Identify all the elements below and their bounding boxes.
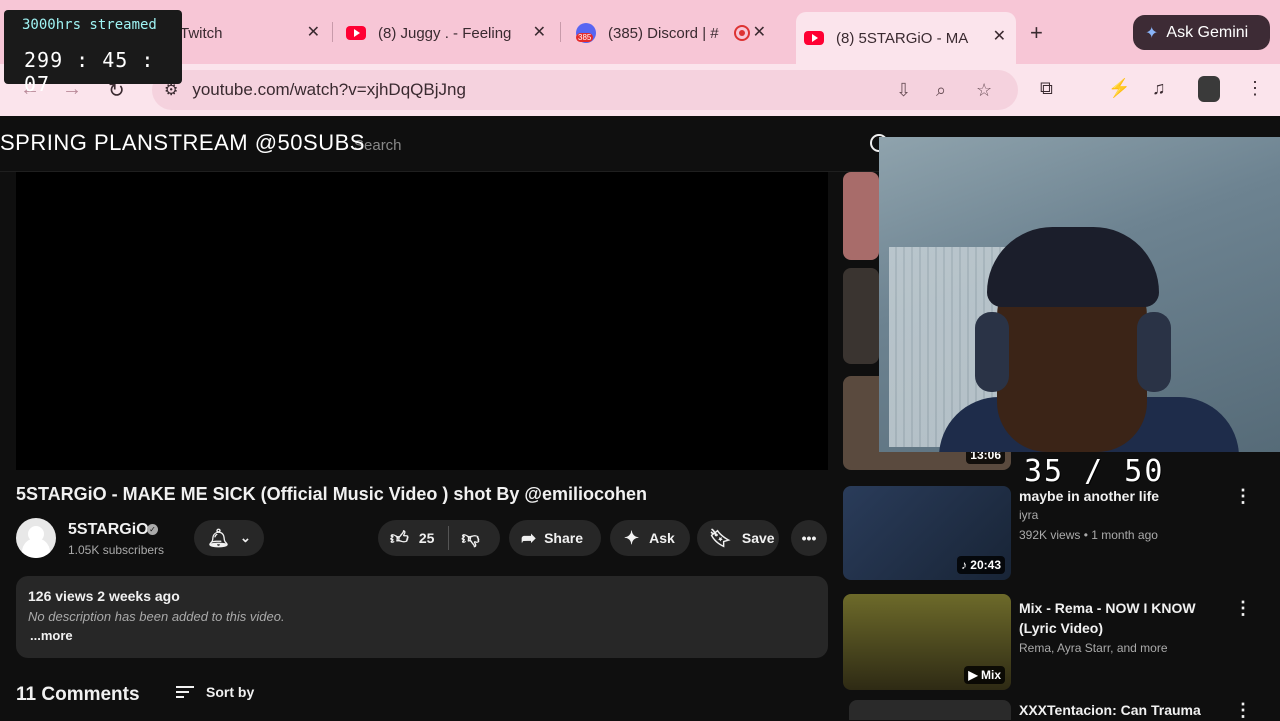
streamed-hours-label: 3000hrs streamed xyxy=(22,17,157,33)
like-button[interactable]: 👍︎ xyxy=(390,527,409,549)
stream-clock: 299 : 45 : 07 xyxy=(24,48,155,96)
youtube-favicon-icon xyxy=(346,26,366,40)
tab-5stargio-active[interactable]: (8) 5STARGiO - MA ✕ xyxy=(796,12,1016,64)
profile-avatar[interactable] xyxy=(1198,76,1220,102)
related-menu-icon[interactable]: ⋮ xyxy=(1234,700,1252,721)
address-bar[interactable]: ⚙ youtube.com/watch?v=xjhDqQBjJng ⇩ ⌕ ☆ xyxy=(152,70,1018,110)
tab-title: (8) Juggy . - Feeling xyxy=(378,24,512,42)
close-tab-icon[interactable]: ✕ xyxy=(753,22,766,42)
related-views-date: 392K views • 1 month ago xyxy=(1019,528,1158,542)
like-count: 25 xyxy=(418,530,435,546)
close-tab-icon[interactable]: ✕ xyxy=(307,22,320,42)
description-text: No description has been added to this vi… xyxy=(28,609,285,624)
youtube-favicon-icon xyxy=(804,31,824,45)
like-dislike-group: 👍︎ 25 👎︎ xyxy=(378,520,500,556)
sort-by-button[interactable]: Sort by xyxy=(176,684,254,700)
sort-icon xyxy=(176,686,194,698)
channel-name[interactable]: 5STARGiO xyxy=(68,521,149,539)
duration-text: 20:43 xyxy=(970,558,1001,572)
share-button[interactable]: ➦ Share xyxy=(509,520,601,556)
headphones-icon xyxy=(975,312,1009,392)
tab-juggy[interactable]: (8) Juggy . - Feeling ✕ xyxy=(346,14,556,52)
lens-search-icon[interactable]: ⧉ xyxy=(1040,78,1053,99)
share-label: Share xyxy=(544,530,584,546)
ask-gemini-button[interactable]: ✦ Ask Gemini xyxy=(1133,15,1270,50)
sort-by-label: Sort by xyxy=(206,684,255,700)
menu-kebab-icon[interactable]: ⋮ xyxy=(1246,78,1264,99)
url-text[interactable]: youtube.com/watch?v=xjhDqQBjJng xyxy=(192,80,466,100)
subscriber-count: 1.05K subscribers xyxy=(68,543,165,557)
video-title: 5STARGiO - MAKE ME SICK (Official Music … xyxy=(16,484,647,504)
video-player[interactable] xyxy=(16,172,828,470)
mix-label: Mix xyxy=(980,668,1001,682)
comments-count: 11 Comments xyxy=(16,684,140,705)
related-video-title[interactable]: XXXTentacion: Can Trauma xyxy=(1019,700,1219,720)
tab-discord[interactable]: 385 (385) Discord | # ✕ xyxy=(576,14,776,52)
related-channel[interactable]: iyra xyxy=(1019,508,1038,522)
ask-button[interactable]: ✦ Ask xyxy=(610,520,690,556)
tab-divider xyxy=(560,22,561,42)
related-thumbnail[interactable] xyxy=(843,268,879,364)
related-thumbnail[interactable] xyxy=(849,700,1011,720)
stream-timer-overlay: 3000hrs streamed 299 : 45 : 07 xyxy=(4,10,182,96)
description-box[interactable]: 126 views 2 weeks ago No description has… xyxy=(16,576,828,658)
tab-divider xyxy=(332,22,333,42)
media-controls-icon[interactable]: ♫ xyxy=(1152,78,1166,99)
headphones-icon xyxy=(1137,312,1171,392)
bookmark-star-icon[interactable]: ☆ xyxy=(976,80,992,101)
stream-banner: SPRING PLANSTREAM @50SUBS xyxy=(0,130,365,155)
more-horizontal-icon: ••• xyxy=(801,530,817,546)
channel-avatar[interactable] xyxy=(16,518,56,558)
save-button[interactable]: 🔖︎ Save xyxy=(697,520,779,556)
related-video-title[interactable]: Mix - Rema - NOW I KNOW (Lyric Video) xyxy=(1019,598,1219,638)
mix-badge: ▶ Mix xyxy=(964,666,1005,684)
discord-badge: 385 xyxy=(576,33,594,42)
new-tab-button[interactable]: + xyxy=(1030,20,1043,46)
close-tab-icon[interactable]: ✕ xyxy=(533,22,546,42)
show-more-link[interactable]: ...more xyxy=(30,628,73,643)
related-video-title[interactable]: maybe in another life xyxy=(1019,486,1219,506)
related-thumbnail[interactable] xyxy=(843,172,879,260)
tab-title: (8) 5STARGiO - MA xyxy=(836,29,969,47)
save-label: Save xyxy=(741,530,775,546)
bookmark-icon: 🔖︎ xyxy=(709,527,732,548)
chevron-down-icon: ⌄ xyxy=(239,530,251,545)
extension-icon[interactable]: ⚡ xyxy=(1108,78,1130,99)
ask-label: Ask xyxy=(649,530,675,546)
streamer-durag xyxy=(987,227,1159,307)
recording-icon xyxy=(734,25,750,41)
zoom-icon[interactable]: ⌕ xyxy=(936,80,946,101)
tab-title: (385) Discord | # xyxy=(608,24,719,42)
browser-toolbar: ← → ↻ ⚙ youtube.com/watch?v=xjhDqQBjJng … xyxy=(0,64,1280,116)
video-duration: ♪ 20:43 xyxy=(956,556,1005,574)
related-menu-icon[interactable]: ⋮ xyxy=(1234,598,1252,619)
notifications-button[interactable]: 🔔︎ ⌄ xyxy=(194,520,264,556)
related-thumbnail[interactable]: ▶ Mix xyxy=(843,594,1011,690)
more-actions-button[interactable]: ••• xyxy=(791,520,827,556)
related-channel: Rema, Ayra Starr, and more xyxy=(1019,641,1168,655)
related-menu-icon[interactable]: ⋮ xyxy=(1234,486,1252,507)
views-and-date: 126 views 2 weeks ago xyxy=(28,588,180,604)
tab-title: Twitch xyxy=(180,24,223,42)
tab-twitch[interactable]: Twitch ✕ xyxy=(180,14,330,52)
close-tab-icon[interactable]: ✕ xyxy=(993,26,1006,46)
sub-goal-counter: 35 / 50 xyxy=(1024,454,1165,489)
gemini-sparkle-icon: ✦ xyxy=(1145,24,1159,42)
webcam-overlay xyxy=(879,137,1280,452)
sparkle-icon: ✦ xyxy=(624,527,640,548)
related-thumbnail[interactable]: ♪ 20:43 xyxy=(843,486,1011,580)
browser-tab-bar: Twitch ✕ (8) Juggy . - Feeling ✕ 385 (38… xyxy=(0,0,1280,64)
dislike-button[interactable]: 👎︎ xyxy=(461,527,479,549)
like-divider xyxy=(448,526,450,550)
ask-gemini-label: Ask Gemini xyxy=(1166,23,1249,41)
discord-favicon-icon: 385 xyxy=(576,23,596,43)
install-app-icon[interactable]: ⇩ xyxy=(896,80,911,101)
bell-icon: 🔔︎ xyxy=(207,527,230,548)
share-arrow-icon: ➦ xyxy=(521,527,537,548)
verified-check-icon: ✓ xyxy=(147,524,158,535)
